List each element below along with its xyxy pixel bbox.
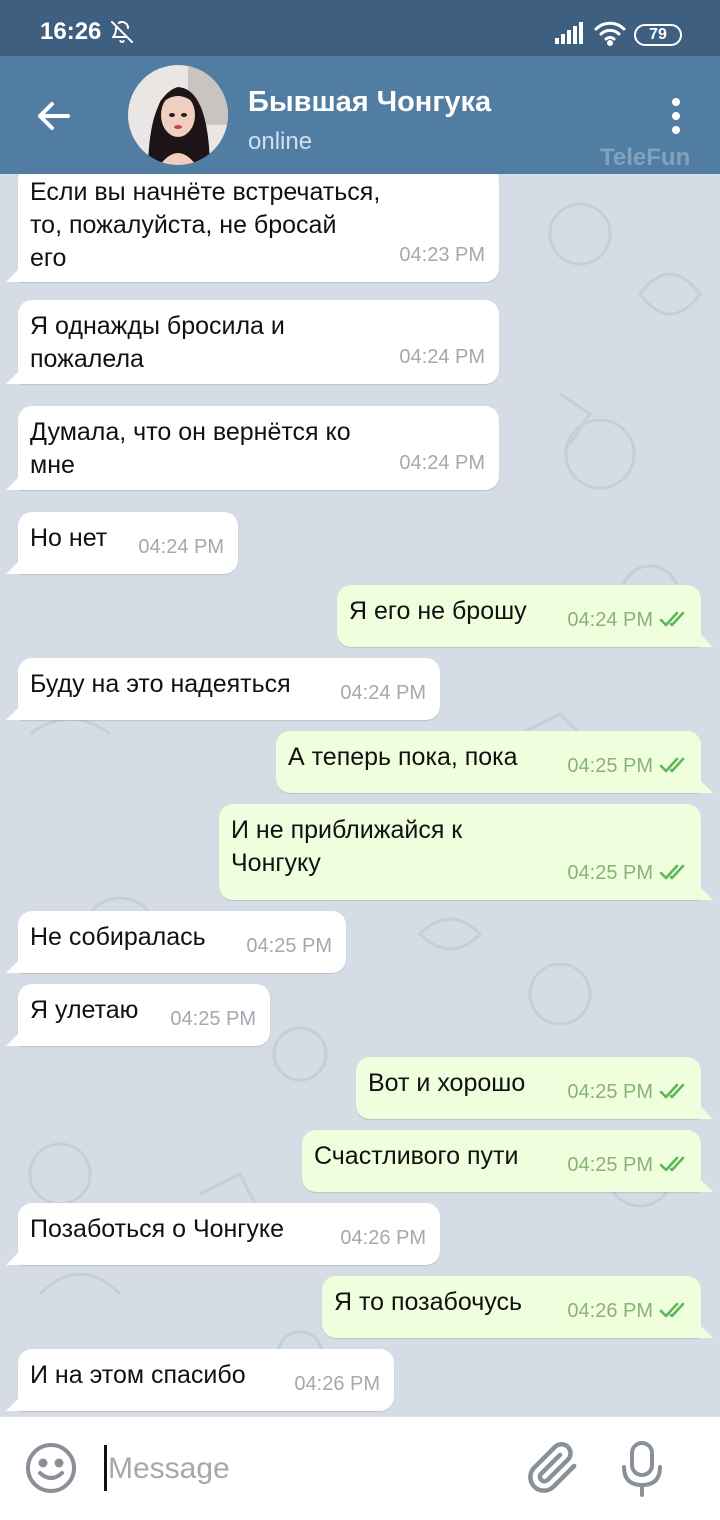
arrow-left-icon[interactable]: [34, 96, 74, 136]
bell-off-icon: [111, 21, 133, 43]
microphone-icon[interactable]: [620, 1439, 664, 1499]
incoming-message[interactable]: Я однажды бросила и пожалела 04:24 PM: [6, 300, 499, 384]
message-time: 04:24 PM: [399, 452, 485, 474]
chat-title[interactable]: Бывшая Чонгука: [248, 86, 491, 119]
message-time: 04:25 PM: [246, 935, 332, 957]
outgoing-message[interactable]: Я то позабочусь 04:26 PM: [322, 1276, 713, 1338]
message-meta: 04:24 PM: [567, 604, 689, 637]
message-meta: 04:24 PM: [340, 677, 426, 710]
double-check-icon: [659, 757, 685, 773]
message-meta: 04:24 PM: [138, 531, 224, 564]
chat-status: online: [248, 128, 313, 155]
message-meta: 04:25 PM: [567, 1076, 689, 1109]
message-meta: 04:26 PM: [340, 1222, 426, 1255]
message-time: 04:24 PM: [399, 346, 485, 368]
incoming-message[interactable]: Но нет 04:24 PM: [6, 512, 238, 574]
message-time: 04:24 PM: [340, 682, 426, 704]
incoming-message[interactable]: Я улетаю 04:25 PM: [6, 984, 270, 1046]
double-check-icon: [659, 1083, 685, 1099]
signal-icon: [555, 22, 583, 44]
double-check-icon: [659, 864, 685, 880]
message-meta: 04:24 PM: [399, 341, 485, 374]
message-time: 04:24 PM: [567, 609, 653, 631]
emoji-icon[interactable]: [24, 1441, 78, 1495]
message-meta: 04:25 PM: [567, 1149, 689, 1182]
outgoing-message[interactable]: Я его не брошу 04:24 PM: [337, 585, 713, 647]
outgoing-message[interactable]: А теперь пока, пока 04:25 PM: [276, 731, 713, 793]
paperclip-icon[interactable]: [526, 1439, 580, 1497]
double-check-icon: [659, 611, 685, 627]
wifi-icon: [594, 21, 626, 46]
message-meta: 04:25 PM: [170, 1003, 256, 1036]
message-list[interactable]: Если вы начнёте встречаться, то, пожалуй…: [0, 174, 720, 1416]
composer-bar: [0, 1416, 720, 1520]
incoming-message[interactable]: Не собиралась 04:25 PM: [6, 911, 346, 973]
watermark: TeleFun: [600, 144, 691, 171]
text-cursor: [104, 1445, 107, 1491]
outgoing-message[interactable]: Вот и хорошо 04:25 PM: [356, 1057, 713, 1119]
message-meta: 04:24 PM: [399, 447, 485, 480]
outgoing-message[interactable]: Счастливого пути 04:25 PM: [302, 1130, 713, 1192]
message-meta: 04:25 PM: [567, 750, 689, 783]
message-time: 04:25 PM: [567, 755, 653, 777]
message-time: 04:25 PM: [567, 1154, 653, 1176]
message-time: 04:26 PM: [567, 1300, 653, 1322]
message-meta: 04:23 PM: [399, 239, 485, 272]
incoming-message[interactable]: Думала, что он вернётся ко мне 04:24 PM: [6, 406, 499, 490]
message-time: 04:25 PM: [567, 862, 653, 884]
clock: 16:26: [40, 18, 102, 45]
double-check-icon: [659, 1156, 685, 1172]
message-time: 04:23 PM: [399, 244, 485, 266]
incoming-message[interactable]: Если вы начнёте встречаться, то, пожалуй…: [6, 174, 499, 282]
message-time: 04:24 PM: [138, 536, 224, 558]
status-bar: 16:26 79: [0, 0, 720, 56]
chat-header: Бывшая Чонгука online TeleFun: [0, 56, 720, 174]
message-input[interactable]: [108, 1447, 508, 1491]
double-check-icon: [659, 1302, 685, 1318]
message-time: 04:25 PM: [170, 1008, 256, 1030]
incoming-message[interactable]: Позаботься о Чонгуке 04:26 PM: [6, 1203, 440, 1265]
incoming-message[interactable]: Буду на это надеяться 04:24 PM: [6, 658, 440, 720]
message-time: 04:26 PM: [340, 1227, 426, 1249]
message-meta: 04:25 PM: [567, 857, 689, 890]
battery-indicator: 79: [634, 24, 682, 46]
message-time: 04:25 PM: [567, 1081, 653, 1103]
message-meta: 04:26 PM: [294, 1368, 380, 1401]
more-vertical-icon[interactable]: [664, 96, 688, 136]
avatar[interactable]: [128, 65, 228, 165]
message-meta: 04:25 PM: [246, 930, 332, 963]
message-time: 04:26 PM: [294, 1373, 380, 1395]
message-meta: 04:26 PM: [567, 1295, 689, 1328]
incoming-message[interactable]: И на этом спасибо 04:26 PM: [6, 1349, 394, 1411]
outgoing-message[interactable]: И не приближайся к Чонгуку 04:25 PM: [219, 804, 713, 900]
